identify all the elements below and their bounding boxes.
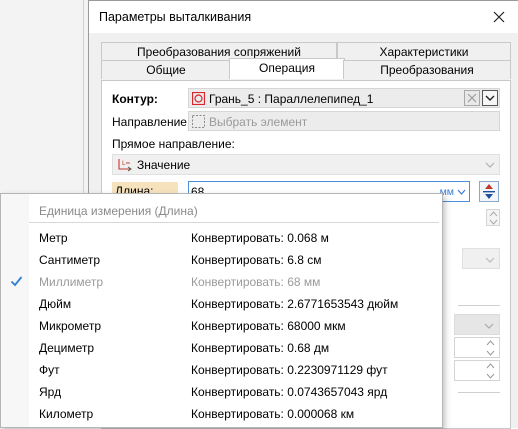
- forward-direction-value: Значение: [137, 158, 191, 172]
- flip-direction-icon: [483, 184, 495, 199]
- unit-conversion: Конвертировать: 0.2230971129 фут: [191, 363, 388, 377]
- hidden-select-2[interactable]: [454, 314, 500, 335]
- contour-dropdown-button[interactable]: [482, 90, 498, 106]
- direction-placeholder: Выбрать элемент: [209, 115, 308, 129]
- menu-separator: [29, 222, 439, 223]
- close-icon: [493, 11, 505, 23]
- panel-divider: [458, 305, 500, 306]
- unit-item-decimeter[interactable]: Дециметр Конвертировать: 0.68 дм: [1, 337, 442, 359]
- panel-divider: [458, 392, 500, 393]
- chevron-down-icon: [485, 257, 495, 263]
- contour-value: Грань_5 : Параллелепипед_1: [209, 92, 374, 106]
- unit-conversion: Конвертировать: 0.0743657043 ярд: [191, 385, 388, 399]
- direction-vector-icon: L=: [118, 159, 132, 172]
- chevron-down-icon: [457, 189, 466, 195]
- close-button[interactable]: [486, 5, 512, 29]
- tab-label: Операция: [259, 61, 315, 75]
- chevron-down-icon: [485, 162, 495, 168]
- spin-down-icon: [486, 373, 495, 379]
- unit-conversion: Конвертировать: 68000 мкм: [191, 319, 346, 333]
- contour-field[interactable]: Грань_5 : Параллелепипед_1: [188, 88, 500, 108]
- unit-item-micrometer[interactable]: Микрометр Конвертировать: 68000 мкм: [1, 315, 442, 337]
- unit-menu-header: Единица измерения (Длина): [39, 204, 198, 218]
- unit-name: Ярд: [39, 385, 62, 399]
- hidden-select-1[interactable]: [462, 248, 500, 269]
- clear-selection-icon: [467, 93, 477, 103]
- unit-item-yard[interactable]: Ярд Конвертировать: 0.0743657043 ярд: [1, 381, 442, 403]
- tab-operation[interactable]: Операция: [229, 58, 345, 79]
- direction-label: Направление:: [112, 115, 191, 129]
- unit-item-centimeter[interactable]: Сантиметр Конвертировать: 6.8 см: [1, 249, 442, 271]
- forward-direction-select[interactable]: L= Значение: [112, 154, 500, 175]
- unit-item-kilometer[interactable]: Километр Конвертировать: 0.000068 км: [1, 403, 442, 425]
- spin-control-1[interactable]: [486, 209, 500, 226]
- face-icon: [192, 92, 205, 105]
- unit-conversion: Конвертировать: 2.6771653543 дюйм: [191, 297, 399, 311]
- unit-item-millimeter[interactable]: Миллиметр Конвертировать: 68 мм: [1, 271, 442, 293]
- clear-selection-button[interactable]: [464, 90, 480, 106]
- unit-name: Дюйм: [39, 297, 72, 311]
- tab-label: Общие: [146, 63, 186, 77]
- unit-conversion: Конвертировать: 6.8 см: [191, 253, 322, 267]
- spin-up-icon: [486, 340, 495, 346]
- forward-direction-label: Прямое направление:: [112, 137, 235, 151]
- unit-name: Фут: [39, 363, 60, 377]
- flip-direction-button[interactable]: [479, 181, 499, 202]
- tab-general[interactable]: Общие: [101, 60, 231, 79]
- chevron-down-icon: [485, 95, 495, 101]
- spin-down-icon: [486, 350, 495, 356]
- unit-item-meter[interactable]: Метр Конвертировать: 0.068 м: [1, 227, 442, 249]
- chevron-down-icon: [484, 323, 494, 329]
- tab-transformations[interactable]: Преобразования: [343, 60, 511, 79]
- unit-name: Километр: [39, 407, 94, 421]
- dialog-title: Параметры выталкивания: [99, 10, 252, 24]
- unit-name: Дециметр: [39, 341, 95, 355]
- spin-down-icon: [489, 219, 498, 225]
- tab-label: Характеристики: [379, 45, 469, 59]
- unit-conversion: Конвертировать: 0.068 м: [191, 231, 329, 245]
- tab-label: Преобразования сопряжений: [137, 45, 301, 59]
- unit-name: Микрометр: [39, 319, 101, 333]
- unit-name: Метр: [39, 231, 68, 245]
- contour-label: Контур:: [112, 92, 158, 106]
- unit-dropdown-menu: Единица измерения (Длина) Метр Конвертир…: [0, 193, 443, 428]
- unit-item-inch[interactable]: Дюйм Конвертировать: 2.6771653543 дюйм: [1, 293, 442, 315]
- spin-up-icon: [486, 363, 495, 369]
- unit-conversion: Конвертировать: 0.68 дм: [191, 341, 330, 355]
- direction-field[interactable]: Выбрать элемент: [188, 111, 500, 131]
- tab-properties[interactable]: Характеристики: [337, 42, 511, 61]
- dialog-titlebar: Параметры выталкивания: [89, 1, 518, 33]
- select-element-icon: [192, 115, 205, 128]
- unit-conversion: Конвертировать: 0.000068 км: [191, 407, 355, 421]
- svg-text:L=: L=: [122, 160, 130, 167]
- check-icon: [10, 276, 23, 287]
- tabs-row-2: Общие Операция Преобразования: [101, 58, 511, 79]
- unit-item-foot[interactable]: Фут Конвертировать: 0.2230971129 фут: [1, 359, 442, 381]
- unit-conversion: Конвертировать: 68 мм: [191, 275, 321, 289]
- unit-name: Миллиметр: [39, 275, 104, 289]
- unit-name: Сантиметр: [39, 253, 100, 267]
- spin-up-icon: [489, 211, 498, 217]
- spin-control-3[interactable]: [454, 360, 500, 381]
- tab-label: Преобразования: [380, 63, 474, 77]
- spin-control-2[interactable]: [454, 337, 500, 358]
